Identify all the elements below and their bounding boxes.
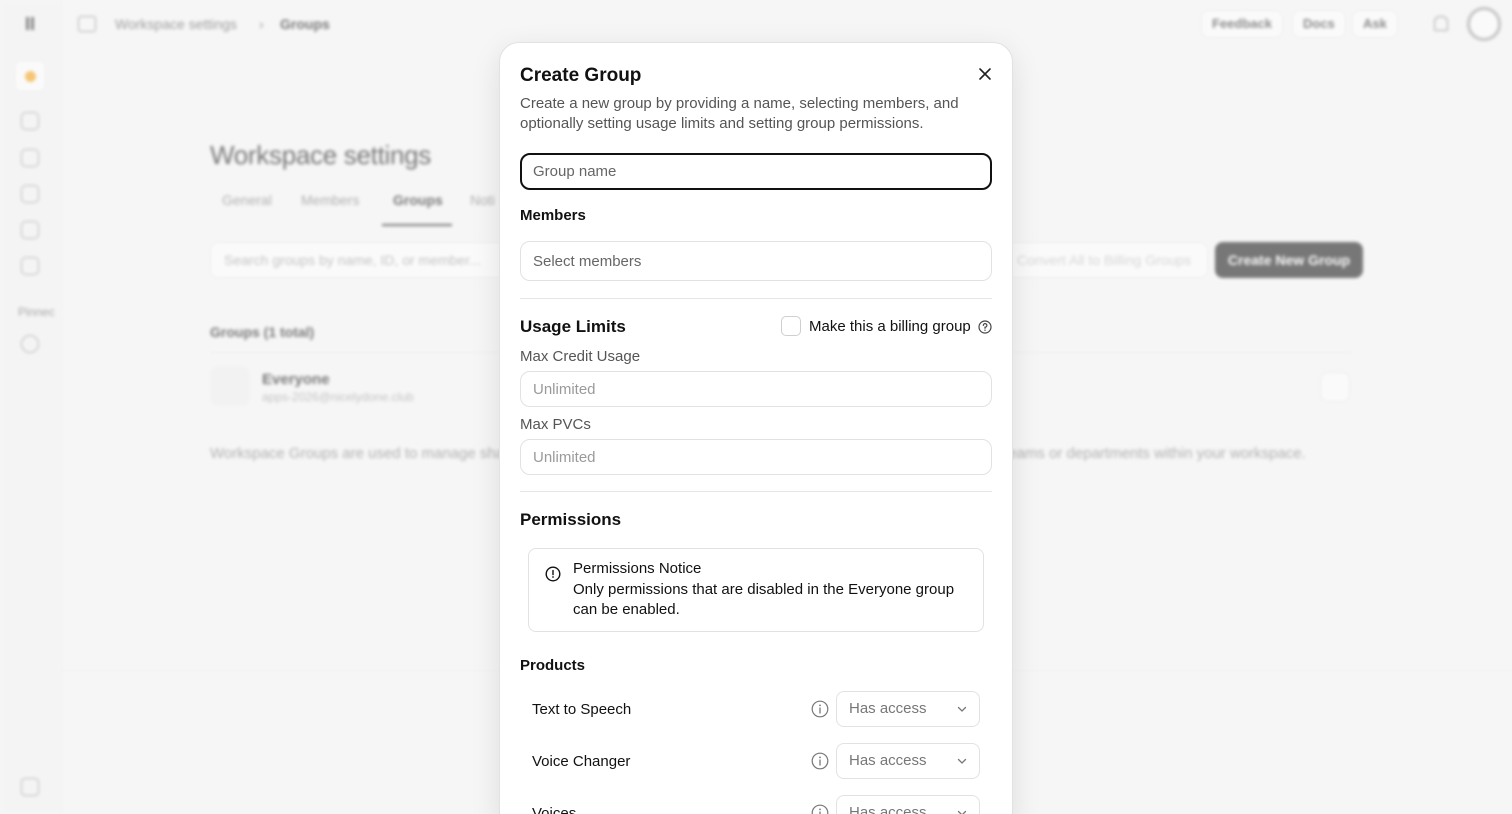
bell-icon[interactable] <box>1434 16 1448 31</box>
modal-description: Create a new group by providing a name, … <box>520 95 959 132</box>
divider <box>520 298 992 299</box>
top-bar: Workspace settings › Groups Feedback Doc… <box>62 0 1512 48</box>
info-icon[interactable] <box>811 804 829 814</box>
permissions-heading: Permissions <box>520 510 622 529</box>
create-new-group-button[interactable]: Create New Group <box>1215 242 1363 278</box>
close-icon[interactable] <box>974 63 996 85</box>
access-value: Has access <box>849 700 927 717</box>
members-select[interactable] <box>520 241 992 281</box>
notice-title: Permissions Notice <box>573 560 702 577</box>
group-name-input[interactable] <box>520 153 992 190</box>
billing-group-label[interactable]: Make this a billing group <box>809 318 971 335</box>
product-name: Text to Speech <box>532 701 632 718</box>
image-icon[interactable] <box>21 185 39 203</box>
left-rail: II Pinnec <box>0 0 62 814</box>
group-email: apps-2026@nicelydone.club <box>262 390 414 404</box>
divider <box>520 491 992 492</box>
chevron-right-icon: › <box>259 16 264 32</box>
access-select[interactable]: Has access <box>836 691 980 727</box>
access-value: Has access <box>849 752 927 769</box>
members-label: Members <box>520 207 586 224</box>
ask-button[interactable]: Ask <box>1352 10 1398 38</box>
access-select[interactable]: Has access <box>836 795 980 814</box>
breadcrumb-root[interactable]: Workspace settings <box>115 16 237 32</box>
products-label: Products <box>520 657 586 674</box>
tab-notifications[interactable]: Noti <box>470 192 495 208</box>
feedback-button[interactable]: Feedback <box>1201 10 1283 38</box>
create-group-modal: Create Group Create a new group by provi… <box>499 42 1013 814</box>
group-settings-button[interactable] <box>1320 372 1350 402</box>
info-icon[interactable] <box>811 752 829 770</box>
breadcrumb-current: Groups <box>280 16 330 32</box>
docs-icon[interactable] <box>21 778 39 796</box>
app-logo: II <box>24 14 35 34</box>
access-value: Has access <box>849 804 927 814</box>
max-credit-label: Max Credit Usage <box>520 348 641 365</box>
tab-members[interactable]: Members <box>301 192 359 208</box>
home-icon[interactable] <box>21 112 39 130</box>
grid-icon[interactable] <box>21 149 39 167</box>
chevron-down-icon <box>957 706 967 712</box>
pinned-label: Pinnec <box>18 305 55 319</box>
docs-button[interactable]: Docs <box>1292 10 1346 38</box>
group-icon <box>210 366 250 406</box>
info-icon[interactable] <box>811 700 829 718</box>
alert-circle-icon <box>545 566 561 582</box>
product-name: Voice Changer <box>532 753 631 770</box>
tab-general[interactable]: General <box>222 192 272 208</box>
convert-billing-button[interactable]: Convert All to Billing Groups <box>1000 242 1208 278</box>
chevron-down-icon <box>957 810 967 814</box>
billing-group-checkbox[interactable] <box>781 316 801 336</box>
groups-search-input[interactable]: Search groups by name, ID, or member... <box>210 242 510 278</box>
groups-count: Groups (1 total) <box>210 324 315 340</box>
sidebar-toggle-icon[interactable] <box>78 16 96 32</box>
active-tab-indicator <box>382 224 452 226</box>
permissions-notice: Permissions Notice Only permissions that… <box>528 548 984 632</box>
tab-groups[interactable]: Groups <box>393 192 443 208</box>
help-circle-icon[interactable] <box>978 320 992 334</box>
modal-title: Create Group <box>520 65 642 86</box>
pinned-item-icon[interactable] <box>21 335 39 353</box>
workspace-avatar[interactable] <box>14 60 46 92</box>
folder-icon[interactable] <box>21 257 39 275</box>
page-title: Workspace settings <box>210 140 431 170</box>
usage-limits-heading: Usage Limits <box>520 317 626 336</box>
product-name: Voices <box>532 805 577 814</box>
wand-icon[interactable] <box>21 221 39 239</box>
chevron-down-icon <box>957 758 967 764</box>
access-select[interactable]: Has access <box>836 743 980 779</box>
group-name[interactable]: Everyone <box>262 371 330 388</box>
max-pvcs-input[interactable] <box>520 439 992 475</box>
max-pvcs-label: Max PVCs <box>520 416 591 433</box>
max-credit-input[interactable] <box>520 371 992 407</box>
user-avatar[interactable] <box>1467 7 1501 41</box>
notice-body: Only permissions that are disabled in th… <box>573 581 955 618</box>
